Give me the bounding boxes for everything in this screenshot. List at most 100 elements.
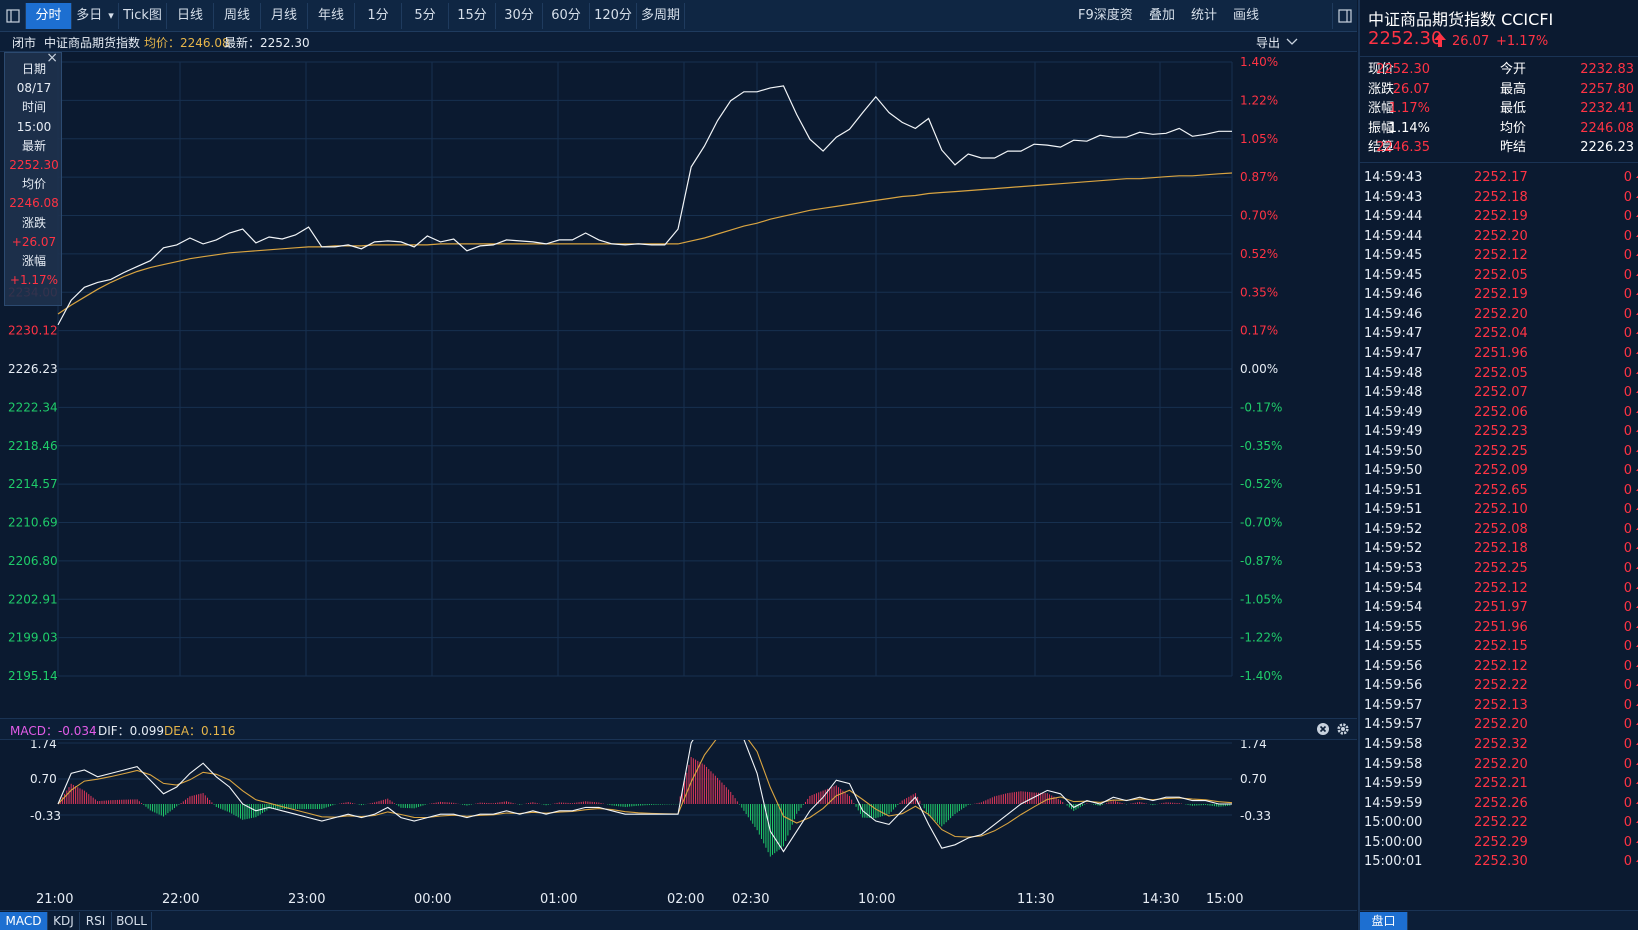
arrow-up-icon: [1434, 33, 1446, 47]
chart-info-bar: 闭市 中证商品期货指数 均价：2246.08 最新：2252.30 导出: [0, 32, 1357, 52]
list-item: 14:59:45 2252.12 0: [1364, 246, 1638, 266]
tab-kdj[interactable]: KDJ: [48, 912, 80, 930]
percent-axis-label: -0.17%: [1240, 400, 1282, 414]
tab-boll[interactable]: BOLL: [112, 912, 152, 930]
app-root: F9深度资料 叠加 统计 画线 分时多日 ▾ Tick图日线 周线 月线 年线 1分 5分 15…: [0, 0, 1638, 930]
tab-period-2[interactable]: Tick图: [119, 3, 167, 29]
tick-time: 14:59:53: [1364, 561, 1423, 576]
draw-line-button[interactable]: 画线: [1233, 3, 1263, 29]
tab-period-7[interactable]: 1分: [355, 3, 402, 29]
tick-time: 14:59:51: [1364, 502, 1423, 518]
export-button[interactable]: 导出: [1256, 34, 1298, 51]
last-price-label: 最新：2252.30: [224, 36, 310, 50]
close-indicator-icon[interactable]: [1316, 722, 1330, 736]
tick-time: 15:00:00: [1364, 815, 1423, 831]
instrument-title: 中证商品期货指数 CCICFI: [1368, 10, 1554, 29]
tab-period-6[interactable]: 年线: [308, 3, 355, 29]
tab-period-8[interactable]: 5分: [402, 3, 449, 29]
tick-volume: 0: [1623, 795, 1632, 811]
tab-macd[interactable]: MACD: [0, 912, 48, 930]
list-item: 14:59:43 2252.18 0: [1364, 188, 1638, 208]
tick-price: 2252.13: [1474, 697, 1528, 713]
tick-list[interactable]: 14:59:43 2252.17 0 14:59:43 2252.18 0 14:59:44…: [1360, 168, 1638, 908]
current-price: 2252.30: [1368, 28, 1443, 49]
quote-field-value: 2252.30: [1376, 62, 1430, 77]
tab-period-9[interactable]: 15分: [449, 3, 496, 29]
time-axis-label: 10:00: [858, 892, 896, 907]
tab-label: 多日: [76, 8, 103, 23]
percent-axis-label: 0.70%: [1240, 209, 1278, 223]
macd-header-bar: MACD：-0.034 DIF：0.099 DEA：0.116: [0, 718, 1357, 740]
tick-volume: 0: [1623, 834, 1632, 850]
tick-volume: 0: [1623, 326, 1632, 342]
time-axis-label: 02:30: [732, 892, 770, 907]
tick-time: 14:59:50: [1364, 463, 1423, 479]
quote-field-label: 涨跌: [1368, 81, 1395, 97]
quote-field-label: 均价: [1500, 120, 1527, 136]
tick-price: 2252.22: [1474, 678, 1528, 694]
deep-data-button[interactable]: F9深度资料: [1078, 3, 1140, 49]
tick-volume: 0: [1623, 717, 1632, 733]
tab-period-3[interactable]: 日线: [167, 3, 214, 29]
tab-period-1[interactable]: 多日 ▾: [72, 3, 119, 29]
tick-price: 2252.07: [1474, 385, 1528, 401]
tick-price: 2252.05: [1474, 365, 1528, 381]
intraday-price-chart[interactable]: 2234.002230.122226.232222.342218.462214.…: [0, 52, 1357, 717]
panel-toggle-button[interactable]: [1332, 3, 1356, 29]
tab-label: 1分: [367, 8, 389, 23]
tick-volume: 0: [1623, 306, 1632, 322]
quote-field-value: 2246.35: [1376, 140, 1430, 155]
tick-price: 2252.30: [1474, 854, 1528, 870]
quote-field-label: 最高: [1500, 81, 1527, 97]
tick-price: 2252.08: [1474, 521, 1528, 537]
tick-price: 2252.20: [1474, 756, 1528, 772]
change-value: 26.07: [1452, 34, 1490, 49]
price-axis-label: 2206.80: [8, 554, 58, 568]
tab-period-10[interactable]: 30分: [496, 3, 543, 29]
tick-volume: 0: [1623, 345, 1632, 361]
percent-axis-label: -0.70%: [1240, 516, 1282, 530]
sidebar-toggle-button[interactable]: [0, 3, 26, 29]
tick-time: 14:59:50: [1364, 443, 1423, 459]
tab-period-4[interactable]: 周线: [214, 3, 261, 29]
tick-volume: 0: [1623, 287, 1632, 303]
time-axis-label: 23:00: [288, 892, 326, 907]
tick-time: 14:59:47: [1364, 345, 1423, 361]
tab-period-13[interactable]: 多周期: [637, 3, 685, 29]
tick-price: 2252.22: [1474, 815, 1528, 831]
list-item: 14:59:46 2252.20 0: [1364, 305, 1638, 325]
list-item: 14:59:56 2252.12 0: [1364, 657, 1638, 677]
tick-time: 14:59:45: [1364, 267, 1423, 283]
overlay-button[interactable]: 叠加: [1149, 3, 1179, 29]
tick-volume: 0: [1623, 541, 1632, 557]
tick-volume: 0: [1623, 736, 1632, 752]
tab-period-12[interactable]: 120分: [590, 3, 637, 29]
macd-axis-label: -0.33: [30, 809, 61, 823]
macd-chart[interactable]: 1.74 1.74 0.70 0.70 -0.33 -0.33: [0, 740, 1357, 890]
chevron-down-icon: [1286, 38, 1298, 45]
tooltip-label: 日期: [21, 62, 46, 76]
tooltip-value: 2252.30: [9, 158, 59, 172]
tick-price: 2252.20: [1474, 717, 1528, 733]
percent-axis-label: -1.05%: [1240, 592, 1282, 606]
tick-price: 2251.96: [1474, 619, 1528, 635]
tick-volume: 0: [1623, 424, 1632, 440]
percent-axis-label: -0.87%: [1240, 554, 1282, 568]
tab-period-0[interactable]: 分时: [26, 3, 72, 29]
tab-rsi[interactable]: RSI: [80, 912, 112, 930]
tab-order-book[interactable]: 盘口: [1360, 912, 1408, 930]
tick-time: 14:59:59: [1364, 795, 1423, 811]
tick-volume: 0: [1623, 776, 1632, 792]
settings-gear-icon[interactable]: [1336, 722, 1350, 736]
statistics-button[interactable]: 统计: [1191, 3, 1221, 29]
tab-period-5[interactable]: 月线: [261, 3, 308, 29]
list-item: 14:59:52 2252.08 0: [1364, 520, 1638, 540]
tab-period-11[interactable]: 60分: [543, 3, 590, 29]
quote-field-value: 1.17%: [1388, 101, 1430, 116]
time-axis: 21:00 22:00 23:00 00:00 01:00 02:00 02:30 10:00…: [0, 890, 1357, 910]
tick-time: 14:59:45: [1364, 248, 1423, 264]
tick-time: 14:59:47: [1364, 326, 1423, 342]
tick-price: 2252.09: [1474, 463, 1528, 479]
tick-volume: 0: [1623, 443, 1632, 459]
tick-price: 2252.05: [1474, 267, 1528, 283]
